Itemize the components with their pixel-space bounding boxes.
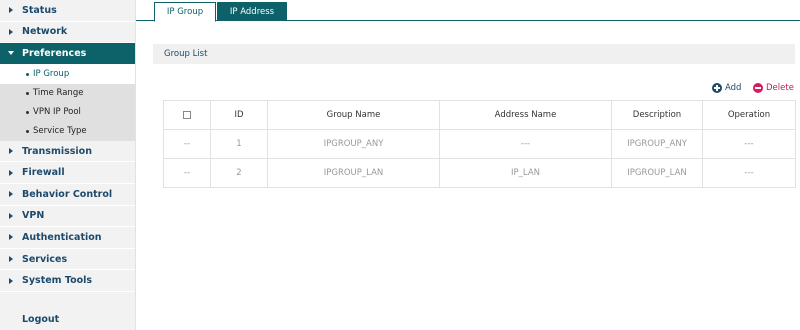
row-select-cell: --: [163, 158, 211, 188]
bullet-icon: [26, 91, 29, 95]
chevron-right-icon: [0, 28, 22, 35]
sidebar-item-label: System Tools: [22, 275, 93, 287]
row-address-name-cell: IP_LAN: [439, 158, 612, 188]
logout-link[interactable]: Logout: [0, 308, 135, 330]
chevron-right-icon: [0, 7, 22, 14]
sidebar-item-network[interactable]: Network: [0, 22, 135, 44]
sidebar-item-label: Services: [22, 253, 68, 265]
chevron-right-icon: [0, 234, 22, 241]
plus-circle-icon: [712, 83, 722, 93]
sidebar-item-label: Preferences: [22, 47, 87, 59]
sidebar-subitem-vpn-ip-pool[interactable]: VPN IP Pool: [0, 103, 135, 122]
row-operation-cell: ---: [702, 158, 796, 188]
minus-circle-icon: [753, 83, 763, 93]
chevron-down-icon: [0, 51, 22, 56]
sidebar-item-transmission[interactable]: Transmission: [0, 141, 135, 163]
row-address-name-cell: ---: [439, 129, 612, 159]
select-all-checkbox[interactable]: [183, 110, 191, 119]
sidebar-item-label: Transmission: [22, 145, 92, 157]
column-header-description: Description: [611, 100, 703, 130]
column-header-group-name: Group Name: [267, 100, 440, 130]
row-description-cell: IPGROUP_LAN: [611, 158, 703, 188]
sidebar-subitem-service-type[interactable]: Service Type: [0, 122, 135, 141]
column-header-operation: Operation: [702, 100, 796, 130]
bullet-icon: [26, 72, 29, 76]
table-row: -- 2 IPGROUP_LAN IP_LAN IPGROUP_LAN ---: [163, 158, 796, 188]
chevron-right-icon: [0, 148, 22, 155]
chevron-right-icon: [0, 277, 22, 284]
sidebar-subitem-label: IP Group: [33, 69, 70, 80]
row-group-name-cell: IPGROUP_ANY: [267, 129, 440, 159]
row-select-cell: --: [163, 129, 211, 159]
tab-ip-address[interactable]: IP Address: [217, 2, 287, 21]
chevron-right-icon: [0, 256, 22, 263]
row-id-cell: 1: [210, 129, 268, 159]
sidebar-item-label: Authentication: [22, 231, 102, 243]
row-operation-cell: ---: [702, 129, 796, 159]
delete-label: Delete: [766, 83, 794, 93]
sidebar-item-vpn[interactable]: VPN: [0, 206, 135, 228]
sidebar-item-behavior-control[interactable]: Behavior Control: [0, 184, 135, 206]
sidebar-subitem-label: VPN IP Pool: [33, 107, 81, 118]
tab-ip-group[interactable]: IP Group: [154, 2, 216, 22]
section-header: Group List: [153, 44, 795, 64]
sidebar-item-label: Network: [22, 26, 68, 38]
row-description-cell: IPGROUP_ANY: [611, 129, 703, 159]
chevron-right-icon: [0, 169, 22, 176]
add-button[interactable]: Add: [712, 82, 741, 94]
sidebar: Status Network Preferences IP Group Time…: [0, 0, 136, 330]
sidebar-item-authentication[interactable]: Authentication: [0, 227, 135, 249]
bullet-icon: [26, 110, 29, 114]
delete-button[interactable]: Delete: [753, 82, 794, 94]
column-header-id: ID: [210, 100, 268, 130]
sidebar-item-preferences[interactable]: Preferences: [0, 43, 135, 65]
row-id-cell: 2: [210, 158, 268, 188]
sidebar-item-label: Status: [22, 4, 57, 16]
sidebar-item-label: Firewall: [22, 167, 65, 179]
section-title: Group List: [164, 49, 208, 59]
sidebar-subitem-label: Time Range: [33, 88, 84, 99]
table-row: -- 1 IPGROUP_ANY --- IPGROUP_ANY ---: [163, 129, 796, 159]
group-list-table: ID Group Name Address Name Description O…: [163, 100, 796, 188]
chevron-right-icon: [0, 212, 22, 219]
table-header-row: ID Group Name Address Name Description O…: [163, 100, 796, 130]
column-header-address-name: Address Name: [439, 100, 612, 130]
add-label: Add: [725, 83, 742, 93]
sidebar-subitem-label: Service Type: [33, 126, 87, 137]
sidebar-subitem-time-range[interactable]: Time Range: [0, 84, 135, 103]
sidebar-subitem-ip-group[interactable]: IP Group: [0, 64, 135, 84]
sidebar-item-label: Behavior Control: [22, 188, 113, 200]
sidebar-item-label: VPN: [22, 210, 45, 222]
sidebar-item-firewall[interactable]: Firewall: [0, 162, 135, 184]
sidebar-item-services[interactable]: Services: [0, 249, 135, 271]
select-all-header: [163, 100, 211, 130]
sidebar-item-status[interactable]: Status: [0, 0, 135, 22]
chevron-right-icon: [0, 191, 22, 198]
row-group-name-cell: IPGROUP_LAN: [267, 158, 440, 188]
bullet-icon: [26, 129, 29, 133]
tab-bar: IP Group IP Address: [136, 0, 800, 22]
sidebar-item-system-tools[interactable]: System Tools: [0, 270, 135, 292]
preferences-submenu: IP Group Time Range VPN IP Pool Service …: [0, 64, 135, 141]
